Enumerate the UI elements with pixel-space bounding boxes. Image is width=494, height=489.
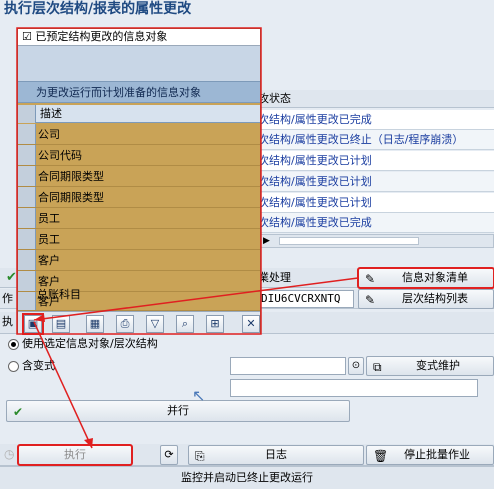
row-selector[interactable] [18,271,36,291]
list-item[interactable]: 合同期限类型 [18,187,260,208]
variant-help-button[interactable]: ⊙ [348,357,364,375]
status-column-header[interactable]: 攻状态 [258,90,494,108]
job-label: 作 [2,292,13,305]
find-icon[interactable]: ⌕ [176,315,194,333]
table-row[interactable]: 次结构/属性更改已完成 [258,213,494,233]
save-icon[interactable]: ▣ [22,313,44,335]
trash-icon: 🗑 [373,449,389,463]
row-selector[interactable] [18,124,36,144]
popup-titlebar: ☑ 已预定结构更改的信息对象 [18,29,260,46]
bottom-bar: ◷ 执行 ⟳ ⎘ 日志 🗑 停止批量作业 [0,444,494,466]
status-bar: 监控并启动已终止更改运行 [0,466,494,489]
with-variant-label: 含变式 [22,359,55,372]
parallel-run-button[interactable]: ✔ 并行 [6,400,350,422]
popup-title-icon: ☑ [22,30,32,43]
export-icon[interactable]: ▤ [52,315,70,333]
popup-subtitle: 为更改运行而计划准备的信息对象 [18,81,260,103]
refresh-icon: ⟳ [164,448,174,461]
value-help-icon: ⊙ [351,360,361,371]
hierarchy-list-button[interactable]: ✎ 层次结构列表 [358,289,494,309]
use-selected-label: 使用选定信息对象/层次结构 [22,337,158,350]
busy-cursor-icon: ↖ [192,386,206,405]
find-next-icon[interactable]: ⊞ [206,315,224,333]
table-row[interactable]: 次结构/属性更改已完成 [258,110,494,130]
horizontal-scrollbar[interactable]: ▶ [258,234,494,248]
row-selector[interactable] [18,145,36,165]
execute-button[interactable]: 执行 [17,444,133,466]
row-selector[interactable] [18,208,36,228]
with-variant-radio[interactable] [8,361,19,372]
job-id-field[interactable]: DIU6CVCRXNTQ [258,290,354,308]
table-row[interactable]: 次结构/属性更改已终止（日志/程序崩溃） [258,130,494,150]
variant-description-field[interactable] [230,379,478,397]
list-item-last[interactable]: 总账科目 [37,287,81,303]
popup-header-band [18,46,260,81]
row-selector[interactable] [18,250,36,270]
scroll-thumb[interactable] [279,237,419,245]
exec-short-label: 执 [2,315,13,328]
info-object-list-button[interactable]: ✎ 信息对象清单 [357,267,494,289]
popup-column-header[interactable]: 描述 [18,105,260,123]
details-icon[interactable]: ▦ [86,315,104,333]
log-button[interactable]: ⎘ 日志 [188,445,364,465]
pencil-icon: ✎ [365,293,376,307]
page-title: 执行层次结构/报表的属性更改 [4,1,192,17]
stop-batch-button[interactable]: 🗑 停止批量作业 [366,445,494,465]
job-process-label: 業处理 [258,271,291,284]
row-selector[interactable] [18,229,36,249]
table-row[interactable]: 次结构/属性更改已计划 [258,172,494,192]
select-all-cell[interactable] [18,105,36,123]
popup-toolbar: ▣ ▤ ▦ ⎙ ▽ ⌕ ⊞ ✕ [18,311,260,335]
refresh-button[interactable]: ⟳ [160,445,178,465]
list-item[interactable]: 客户 [18,250,260,271]
filter-icon[interactable]: ▽ [146,315,164,333]
list-item[interactable]: 公司 [18,124,260,145]
row-selector[interactable] [18,166,36,186]
list-item[interactable]: 员工 [18,208,260,229]
pencil-icon: ✎ [365,272,376,286]
log-icon: ⎘ [195,449,205,463]
print-icon[interactable]: ⎙ [116,315,134,333]
use-selected-radio[interactable] [8,339,19,350]
table-row[interactable]: 次结构/属性更改已计划 [258,193,494,213]
clock-icon: ◷ [4,447,15,461]
check-icon: ✔ [6,270,17,285]
row-selector[interactable] [18,292,36,310]
list-item[interactable]: 员工 [18,229,260,250]
copy-icon: ⧉ [373,360,382,374]
variant-input[interactable] [230,357,346,375]
table-row[interactable]: 次结构/属性更改已计划 [258,151,494,171]
list-item[interactable]: 合同期限类型 [18,166,260,187]
list-item[interactable]: 公司代码 [18,145,260,166]
close-icon[interactable]: ✕ [242,315,260,333]
popup-title: 已预定结构更改的信息对象 [35,30,168,43]
scroll-right-icon[interactable]: ▶ [263,236,270,246]
variant-maintain-button[interactable]: ⧉ 变式维护 [366,356,494,376]
check-icon: ✔ [13,405,24,419]
row-selector[interactable] [18,187,36,207]
